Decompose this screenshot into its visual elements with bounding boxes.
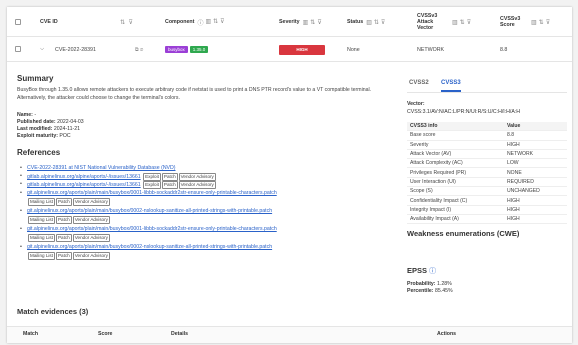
reference-link[interactable]: CVE-2022-28391 at NIST National Vulnerab… bbox=[27, 165, 176, 173]
component-cell: busybox 1.35.0 bbox=[165, 37, 209, 62]
sort-icon[interactable]: ⇅ bbox=[310, 19, 315, 26]
sort-icon[interactable]: ⇅ bbox=[120, 19, 126, 26]
table-row: Severity HIGH bbox=[407, 141, 567, 150]
match-evidences-heading: Match evidences (3) bbox=[17, 307, 89, 316]
references-heading: References bbox=[17, 148, 61, 157]
cvss3-table-header: CVSS3 info Value bbox=[407, 122, 567, 132]
copy-icon[interactable]: ⧉ ⊘ bbox=[135, 37, 143, 62]
filter-icon[interactable]: ⊽ bbox=[381, 19, 385, 26]
header-attack-vector[interactable]: CVSSv3 Attack Vector ▥ ⇅ ⊽ bbox=[417, 7, 497, 37]
table-row: Base score 8.8 bbox=[407, 131, 567, 141]
columns-icon[interactable]: ▥ bbox=[452, 19, 458, 26]
reference-tags: Mailing List Patch Vendor Advisory bbox=[28, 198, 110, 206]
columns-icon[interactable]: ▥ bbox=[303, 19, 309, 26]
filter-icon[interactable]: ⊽ bbox=[546, 19, 550, 26]
reference-tags: Mailing List Patch Vendor Advisory bbox=[28, 216, 110, 224]
columns-icon[interactable]: ▥ bbox=[205, 18, 211, 27]
vector-label: Vector: bbox=[407, 101, 425, 107]
tab-cvss2[interactable]: CVSS2 bbox=[409, 80, 429, 92]
epss-heading: EPSS ⓘ bbox=[407, 266, 437, 275]
header-details[interactable]: Details bbox=[171, 331, 188, 337]
component-name-badge[interactable]: busybox bbox=[165, 46, 188, 53]
status-cell: None bbox=[347, 46, 360, 53]
exploit-maturity: Exploit maturity: POC bbox=[17, 133, 71, 139]
sort-icon[interactable]: ⇅ bbox=[213, 18, 218, 27]
filter-icon[interactable]: ⊽ bbox=[128, 19, 134, 26]
reference-link[interactable]: git.alpinelinux.org/aports/plain/main/bu… bbox=[27, 244, 272, 252]
header-severity[interactable]: Severity ▥ ⇅ ⊽ bbox=[279, 7, 322, 37]
header-score[interactable]: CVSSv3 Score ▥ ⇅ ⊽ bbox=[500, 7, 570, 37]
header-match[interactable]: Match bbox=[23, 331, 38, 337]
table-row: Availability Impact (A) HIGH bbox=[407, 215, 567, 225]
cvss-tabs: CVSS2 CVSS3 bbox=[407, 80, 567, 93]
table-row: Scope (S) UNCHANGED bbox=[407, 187, 567, 197]
columns-icon[interactable]: ▥ bbox=[531, 19, 537, 26]
reference-link[interactable]: git.alpinelinux.org/aports/plain/main/bu… bbox=[27, 208, 272, 216]
filter-icon[interactable]: ⊽ bbox=[220, 18, 224, 27]
reference-link[interactable]: gitlab.alpinelinux.org/alpine/aports/-/i… bbox=[27, 181, 216, 190]
sort-icon[interactable]: ⇅ bbox=[460, 19, 465, 26]
reference-tags: Mailing List Patch Vendor Advisory bbox=[28, 234, 110, 242]
epss-probability: Probability: 1.28% bbox=[407, 281, 452, 287]
reference-link[interactable]: git.alpinelinux.org/aports/plain/main/bu… bbox=[27, 190, 277, 198]
summary-heading: Summary bbox=[17, 74, 54, 83]
weakness-heading: Weakness enumerations (CWE) bbox=[407, 229, 520, 238]
cve-id-cell[interactable]: CVE-2022-28391 bbox=[55, 37, 96, 62]
columns-icon[interactable]: ▥ bbox=[366, 19, 372, 26]
sort-icon[interactable]: ⇅ bbox=[374, 19, 379, 26]
table-row: Attack Complexity (AC) LOW bbox=[407, 159, 567, 169]
component-version-badge[interactable]: 1.35.0 bbox=[189, 46, 209, 53]
reference-link[interactable]: git.alpinelinux.org/aports/plain/main/bu… bbox=[27, 226, 277, 234]
table-row: User Interaction (UI) REQUIRED bbox=[407, 178, 567, 188]
severity-cell: HIGH bbox=[279, 37, 325, 62]
header-actions[interactable]: Actions bbox=[437, 331, 456, 337]
reference-tags: Mailing List Patch Vendor Advisory bbox=[28, 252, 110, 260]
match-table-header: Match Score Details Actions bbox=[7, 326, 572, 343]
name-field: Name: - bbox=[17, 112, 37, 118]
attack-vector-cell: NETWORK bbox=[417, 46, 445, 53]
table-row: Attack Vector (AV) NETWORK bbox=[407, 150, 567, 160]
info-icon[interactable]: ⓘ bbox=[197, 18, 203, 27]
table-header: CVE ID ⇅ ⊽ Component ⓘ ▥ ⇅ ⊽ Severity ▥ … bbox=[7, 7, 572, 37]
tab-cvss3[interactable]: CVSS3 bbox=[441, 80, 461, 92]
epss-percentile: Percentile: 85.45% bbox=[407, 288, 453, 294]
header-cve-id[interactable]: CVE ID ⇅ ⊽ bbox=[40, 7, 134, 37]
chevron-down-icon[interactable]: ⌵ bbox=[40, 37, 44, 62]
filter-icon[interactable]: ⊽ bbox=[467, 19, 471, 26]
row-checkbox[interactable] bbox=[15, 46, 21, 52]
table-row: Integrity Impact (I) HIGH bbox=[407, 206, 567, 215]
vector-value: CVSS:3.1/AV:N/AC:L/PR:N/UI:R/S:U/C:H/I:H… bbox=[407, 109, 520, 115]
table-row[interactable]: ⌵ CVE-2022-28391 ⧉ ⊘ busybox 1.35.0 HIGH… bbox=[7, 37, 572, 62]
header-component[interactable]: Component ⓘ ▥ ⇅ ⊽ bbox=[165, 7, 225, 37]
select-all-checkbox[interactable] bbox=[15, 19, 21, 25]
cvss3-table: CVSS3 info Value Base score 8.8 Severity HI… bbox=[407, 122, 567, 225]
summary-text: BusyBox through 1.35.0 allows remote att… bbox=[17, 87, 372, 101]
severity-badge: HIGH bbox=[279, 44, 325, 55]
info-icon[interactable]: ⓘ bbox=[429, 268, 436, 275]
vulnerability-panel: CVE ID ⇅ ⊽ Component ⓘ ▥ ⇅ ⊽ Severity ▥ … bbox=[7, 7, 572, 343]
header-score[interactable]: Score bbox=[98, 331, 112, 337]
filter-icon[interactable]: ⊽ bbox=[317, 19, 321, 26]
published-date: Published date: 2022-04-03 bbox=[17, 119, 84, 125]
last-modified: Last modified: 2024-11-21 bbox=[17, 126, 81, 132]
score-cell: 8.8 bbox=[500, 46, 508, 53]
header-status[interactable]: Status ▥ ⇅ ⊽ bbox=[347, 7, 385, 37]
sort-icon[interactable]: ⇅ bbox=[539, 19, 544, 26]
table-row: Privileges Required (PR) NONE bbox=[407, 168, 567, 178]
table-row: Confidentiality Impact (C) HIGH bbox=[407, 196, 567, 206]
